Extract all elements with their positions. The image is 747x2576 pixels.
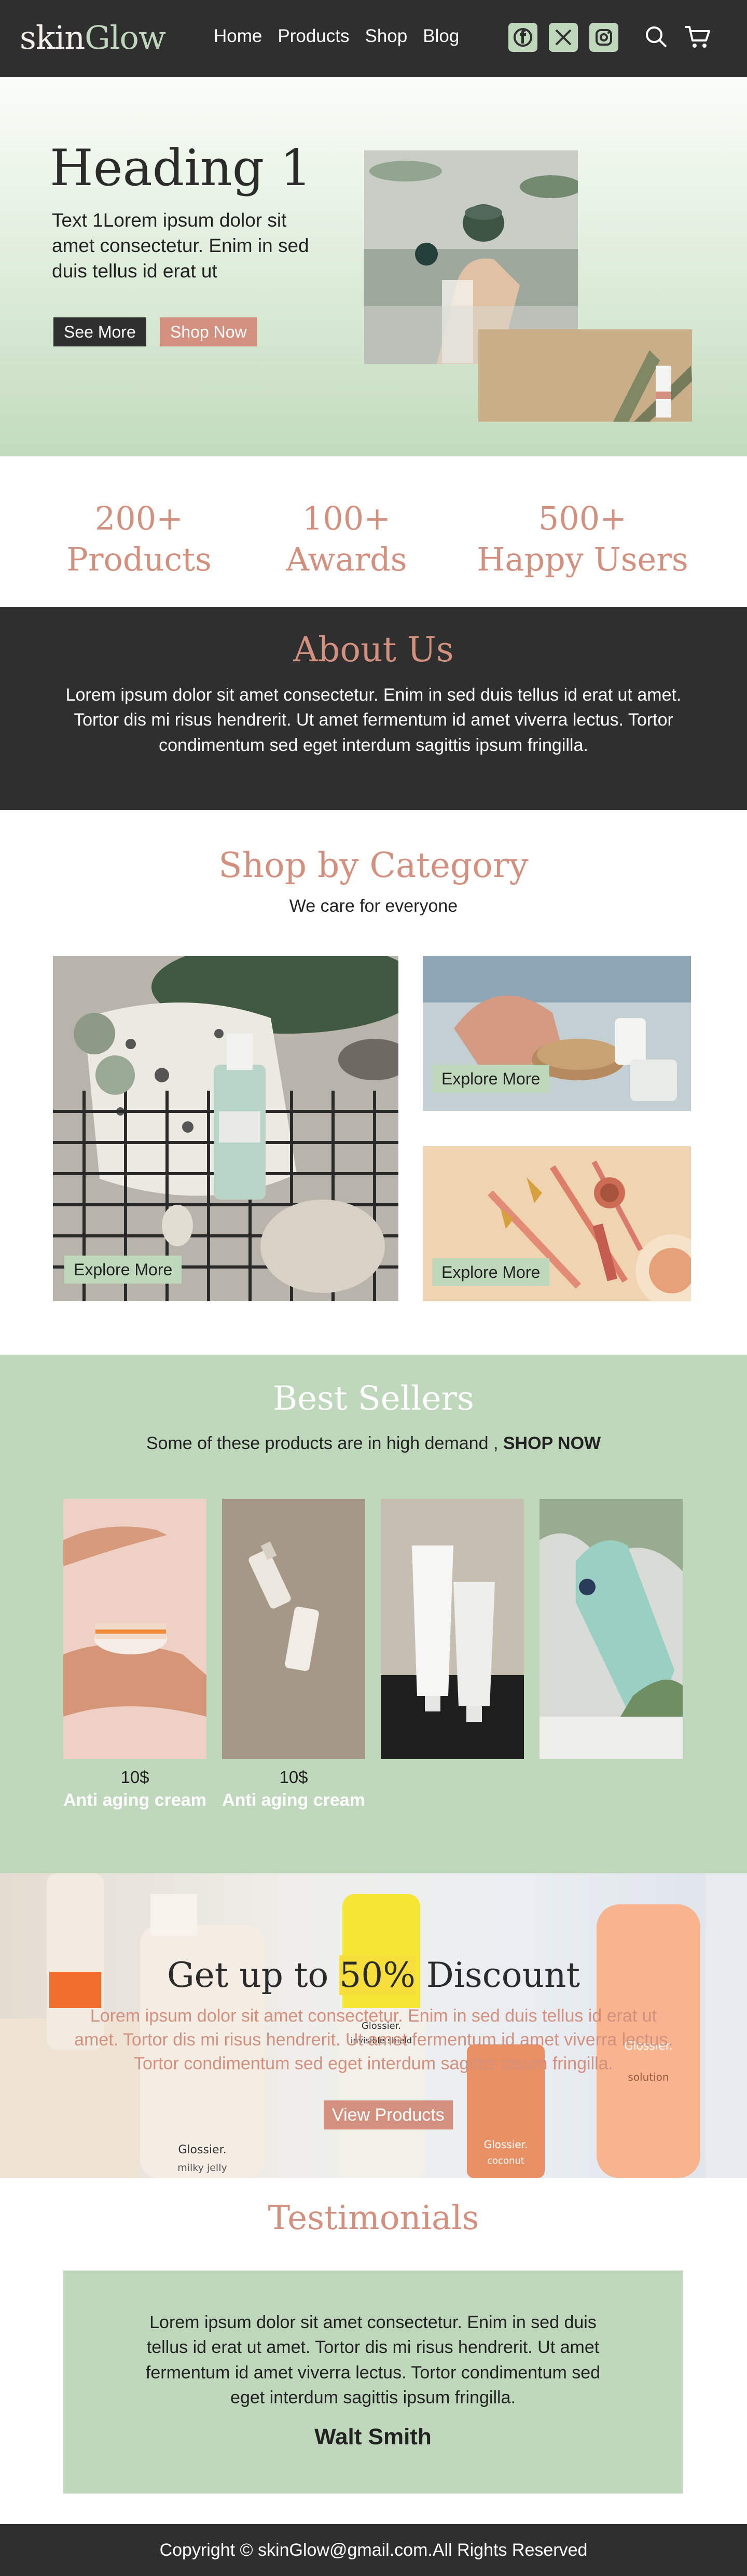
- discount-percent: 50%: [339, 1955, 416, 1995]
- about-text: Lorem ipsum dolor sit amet consectetur. …: [65, 685, 682, 755]
- stat-label: Happy Users: [477, 540, 688, 579]
- category-subtitle: We care for everyone: [289, 896, 458, 916]
- view-products-button[interactable]: View Products: [324, 2100, 453, 2129]
- hero-image-tube: [478, 329, 692, 422]
- footer-copyright: Copyright © skinGlow@gmail.com.All Right…: [159, 2540, 588, 2560]
- stats-section: 200+ Products 100+ Awards 500+ Happy Use…: [0, 456, 747, 607]
- nav-tools: [643, 24, 712, 52]
- product-image-tubes[interactable]: [381, 1499, 524, 1759]
- discount-packaging-brand-3: Glossier.: [484, 2138, 528, 2151]
- shop-now-button[interactable]: Shop Now: [160, 317, 257, 346]
- explore-more-button[interactable]: Explore More: [432, 1258, 550, 1286]
- cart-icon[interactable]: [684, 24, 712, 52]
- best-sellers-section: Best Sellers Some of these products are …: [0, 1355, 747, 1873]
- category-card-skincare[interactable]: Explore More: [53, 956, 398, 1301]
- product-name[interactable]: Anti aging cream: [63, 1790, 206, 1811]
- product-image-cream[interactable]: [63, 1499, 206, 1759]
- brand-logo-part2: Glow: [85, 19, 166, 57]
- nav-links: Home Products Shop Blog: [214, 26, 459, 47]
- instagram-icon[interactable]: [589, 23, 618, 52]
- explore-more-button[interactable]: Explore More: [432, 1065, 550, 1093]
- social-links: [508, 23, 618, 52]
- product-image-bottle[interactable]: [540, 1499, 683, 1759]
- stat-products: 200+ Products: [47, 498, 231, 580]
- stat-label: Products: [66, 540, 212, 579]
- see-more-button[interactable]: See More: [53, 317, 146, 346]
- discount-packaging-coconut: coconut: [487, 2155, 524, 2166]
- explore-more-button[interactable]: Explore More: [64, 1256, 182, 1284]
- discount-packaging-milky: milky jelly: [177, 2162, 227, 2174]
- stat-number: 500+: [538, 499, 627, 537]
- best-sellers-subtitle-text: Some of these products are in high deman…: [146, 1433, 503, 1453]
- category-title: Shop by Category: [218, 845, 529, 885]
- best-sellers-subtitle: Some of these products are in high deman…: [0, 1433, 747, 1454]
- nav-link-blog[interactable]: Blog: [423, 26, 459, 47]
- testimonials-title: Testimonials: [268, 2199, 479, 2237]
- testimonial-author: Walt Smith: [314, 2424, 432, 2449]
- shop-now-link[interactable]: SHOP NOW: [503, 1433, 601, 1453]
- nav-link-products[interactable]: Products: [278, 26, 349, 47]
- product-image-serum[interactable]: [222, 1499, 365, 1759]
- stat-number: 200+: [94, 499, 184, 537]
- hero-heading: Heading 1: [50, 139, 312, 197]
- product-price: 10$: [279, 1767, 308, 1787]
- footer: Copyright © skinGlow@gmail.com.All Right…: [0, 2524, 747, 2576]
- stat-number: 100+: [302, 499, 391, 537]
- category-card-makeup[interactable]: Explore More: [423, 1146, 691, 1301]
- facebook-icon[interactable]: [508, 23, 537, 52]
- search-icon[interactable]: [643, 24, 669, 52]
- testimonial-quote: Lorem ipsum dolor sit amet consectetur. …: [145, 2313, 601, 2407]
- discount-title: Get up to 50% Discount: [0, 1955, 747, 1995]
- nav-link-home[interactable]: Home: [214, 26, 262, 47]
- discount-banner: Glossier. milky jelly Glossier. invisibl…: [0, 1873, 747, 2178]
- top-nav: skinGlow Home Products Shop Blog: [0, 0, 747, 77]
- hero-section: Heading 1 Text 1Lorem ipsum dolor sit am…: [0, 77, 747, 456]
- hero-text: Text 1Lorem ipsum dolor sit amet consect…: [52, 210, 309, 282]
- brand-logo[interactable]: skinGlow: [20, 19, 166, 57]
- discount-packaging-brand-1: Glossier.: [178, 2143, 226, 2156]
- discount-title-before: Get up to: [167, 1955, 340, 1995]
- brand-logo-part1: skin: [20, 19, 85, 57]
- product-name[interactable]: Anti aging cream: [222, 1790, 365, 1811]
- stat-happy-users: 500+ Happy Users: [457, 498, 709, 580]
- discount-title-after: Discount: [415, 1955, 580, 1995]
- stat-awards: 100+ Awards: [254, 498, 439, 580]
- discount-text: Lorem ipsum dolor sit amet consectetur. …: [74, 2006, 673, 2074]
- best-sellers-title: Best Sellers: [273, 1380, 474, 1418]
- stat-label: Awards: [286, 540, 407, 579]
- category-card-body[interactable]: Explore More: [423, 956, 691, 1111]
- about-section: About Us Lorem ipsum dolor sit amet cons…: [0, 607, 747, 810]
- testimonial-card: Lorem ipsum dolor sit amet consectetur. …: [63, 2271, 683, 2494]
- x-icon[interactable]: [549, 23, 578, 52]
- nav-link-shop[interactable]: Shop: [365, 26, 408, 47]
- product-price: 10$: [120, 1767, 149, 1787]
- about-title: About Us: [293, 630, 454, 670]
